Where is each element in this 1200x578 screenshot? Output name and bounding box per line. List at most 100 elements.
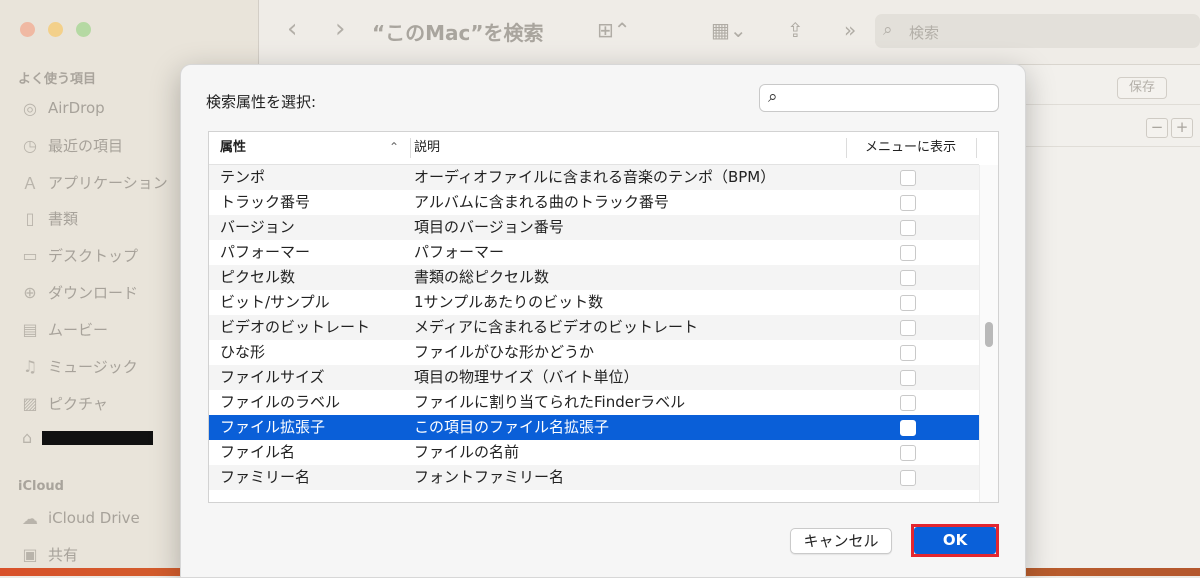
search-placeholder: 検索 <box>909 24 940 42</box>
table-row[interactable]: ひな形 ファイルがひな形かどうか <box>209 340 979 365</box>
close-window-button[interactable] <box>20 22 35 37</box>
add-criteria-button[interactable]: + <box>1171 118 1193 138</box>
select-attribute-dialog: 検索属性を選択: ⌕ 属性 ⌃ 説明 メニューに表示 テンポ オーディオファイル… <box>180 64 1026 578</box>
sidebar-item-recents[interactable]: ◷ 最近の項目 <box>20 133 123 157</box>
show-in-menu-checkbox[interactable] <box>900 220 916 236</box>
description-cell: メディアに含まれるビデオのビットレート <box>414 318 698 336</box>
column-divider[interactable] <box>410 138 411 158</box>
sort-ascending-icon[interactable]: ⌃ <box>389 132 399 163</box>
minimize-window-button[interactable] <box>48 22 63 37</box>
sidebar-item-music[interactable]: ♫ ミュージック <box>20 354 138 378</box>
sidebar-item-label: AirDrop <box>48 99 105 117</box>
table-scrollbar[interactable] <box>979 165 998 502</box>
show-in-menu-checkbox[interactable] <box>900 245 916 261</box>
attribute-cell: ファミリー名 <box>220 468 311 486</box>
description-cell: 1サンプルあたりのビット数 <box>414 293 604 311</box>
table-row[interactable]: ファイルのラベル ファイルに割り当てられたFinderラベル <box>209 390 979 415</box>
sidebar-item-icloud-drive[interactable]: ☁ iCloud Drive <box>20 506 140 530</box>
attribute-cell: バージョン <box>220 218 295 236</box>
share-icon[interactable]: ⇪ <box>787 18 804 42</box>
home-folder-icon: ⌂ <box>22 428 33 447</box>
table-row[interactable]: ファイルサイズ 項目の物理サイズ（バイト単位） <box>209 365 979 390</box>
ok-button[interactable]: OK <box>914 527 996 554</box>
back-icon[interactable]: ‹ <box>287 14 297 44</box>
description-cell: 書類の総ピクセル数 <box>414 268 550 286</box>
cloud-icon: ☁ <box>22 508 38 528</box>
forward-icon[interactable]: › <box>335 14 345 44</box>
attribute-cell: ファイル拡張子 <box>220 418 326 436</box>
sidebar-item-downloads[interactable]: ⊕ ダウンロード <box>20 280 138 304</box>
show-in-menu-checkbox[interactable] <box>900 470 916 486</box>
attribute-search-input[interactable]: ⌕ <box>759 84 999 112</box>
scrollbar-thumb[interactable] <box>985 322 993 347</box>
column-header-show-in-menu[interactable]: メニューに表示 <box>865 132 956 164</box>
attribute-cell: ビット/サンプル <box>220 293 330 311</box>
dialog-title: 検索属性を選択: <box>206 93 317 111</box>
show-in-menu-checkbox[interactable] <box>900 445 916 461</box>
search-icon: ⌕ <box>768 87 778 107</box>
sidebar-item-shared[interactable]: ▣ 共有 <box>20 542 78 566</box>
cancel-button[interactable]: キャンセル <box>790 528 892 554</box>
description-cell: ファイルに割り当てられたFinderラベル <box>414 393 686 411</box>
attribute-cell: ファイルのラベル <box>220 393 341 411</box>
view-grid-icon[interactable]: ⊞⌃ <box>597 18 631 42</box>
table-row[interactable]: テンポ オーディオファイルに含まれる音楽のテンポ（BPM） <box>209 165 979 190</box>
sidebar-item-documents[interactable]: ▯ 書類 <box>20 206 78 230</box>
finder-search-field[interactable]: ⌕ 検索 <box>875 14 1200 48</box>
description-cell: ファイルがひな形かどうか <box>414 343 595 361</box>
description-cell: フォントファミリー名 <box>414 468 565 486</box>
show-in-menu-checkbox[interactable] <box>900 170 916 186</box>
table-row[interactable]: トラック番号 アルバムに含まれる曲のトラック番号 <box>209 190 979 215</box>
sidebar-item-label: デスクトップ <box>48 246 139 265</box>
attribute-cell: テンポ <box>220 168 266 186</box>
desktop-icon: ▭ <box>22 245 38 265</box>
remove-criteria-button[interactable]: − <box>1146 118 1168 138</box>
column-header-attribute[interactable]: 属性 <box>220 132 246 164</box>
window-title: “このMac”を検索 <box>372 21 544 45</box>
sidebar-item-label: 最近の項目 <box>48 136 124 155</box>
table-row[interactable]: バージョン 項目のバージョン番号 <box>209 215 979 240</box>
show-in-menu-checkbox[interactable] <box>900 320 916 336</box>
apps-icon: Ａ <box>21 174 38 193</box>
column-divider[interactable] <box>846 138 847 158</box>
show-in-menu-checkbox[interactable] <box>900 420 916 436</box>
table-row[interactable]: ビデオのビットレート メディアに含まれるビデオのビットレート <box>209 315 979 340</box>
airdrop-icon: ◎ <box>23 98 37 118</box>
sidebar-item-desktop[interactable]: ▭ デスクトップ <box>20 243 138 267</box>
zoom-window-button[interactable] <box>76 22 91 37</box>
show-in-menu-checkbox[interactable] <box>900 295 916 311</box>
sidebar-item-label: アプリケーション <box>48 173 168 192</box>
column-header-description[interactable]: 説明 <box>414 132 440 164</box>
table-row[interactable]: パフォーマー パフォーマー <box>209 240 979 265</box>
redacted-username[interactable] <box>42 431 153 445</box>
attribute-table: 属性 ⌃ 説明 メニューに表示 テンポ オーディオファイルに含まれる音楽のテンポ… <box>208 131 999 503</box>
table-row-selected[interactable]: ファイル拡張子 この項目のファイル名拡張子 <box>209 415 979 440</box>
table-row[interactable]: ピクセル数 書類の総ピクセル数 <box>209 265 979 290</box>
sidebar-item-label: ダウンロード <box>48 283 139 302</box>
description-cell: 項目の物理サイズ（バイト単位） <box>414 368 639 386</box>
attribute-cell: パフォーマー <box>220 243 311 261</box>
show-in-menu-checkbox[interactable] <box>900 270 916 286</box>
attribute-cell: ファイル名 <box>220 443 296 461</box>
show-in-menu-checkbox[interactable] <box>900 370 916 386</box>
search-icon: ⌕ <box>883 20 893 40</box>
film-icon: ▤ <box>22 319 38 339</box>
table-row[interactable]: ファミリー名 フォントファミリー名 <box>209 465 979 490</box>
table-row[interactable]: ファイル名 ファイルの名前 <box>209 440 979 465</box>
sidebar-item-airdrop[interactable]: ◎ AirDrop <box>20 96 105 120</box>
table-row[interactable]: ビット/サンプル 1サンプルあたりのビット数 <box>209 290 979 315</box>
save-search-button[interactable]: 保存 <box>1117 77 1167 99</box>
sidebar-item-label: 書類 <box>48 209 79 228</box>
icloud-header: iCloud <box>18 479 64 494</box>
more-icon[interactable]: » <box>844 18 856 42</box>
sidebar-item-pictures[interactable]: ▨ ピクチャ <box>20 391 107 415</box>
group-icon[interactable]: ▦⌄ <box>711 18 747 42</box>
favorites-header: よく使う項目 <box>18 72 97 87</box>
sidebar-item-movies[interactable]: ▤ ムービー <box>20 317 108 341</box>
sidebar-item-applications[interactable]: Ａ アプリケーション <box>20 170 168 194</box>
show-in-menu-checkbox[interactable] <box>900 395 916 411</box>
show-in-menu-checkbox[interactable] <box>900 195 916 211</box>
description-cell: アルバムに含まれる曲のトラック番号 <box>414 193 669 211</box>
show-in-menu-checkbox[interactable] <box>900 345 916 361</box>
photo-icon: ▨ <box>22 393 38 413</box>
